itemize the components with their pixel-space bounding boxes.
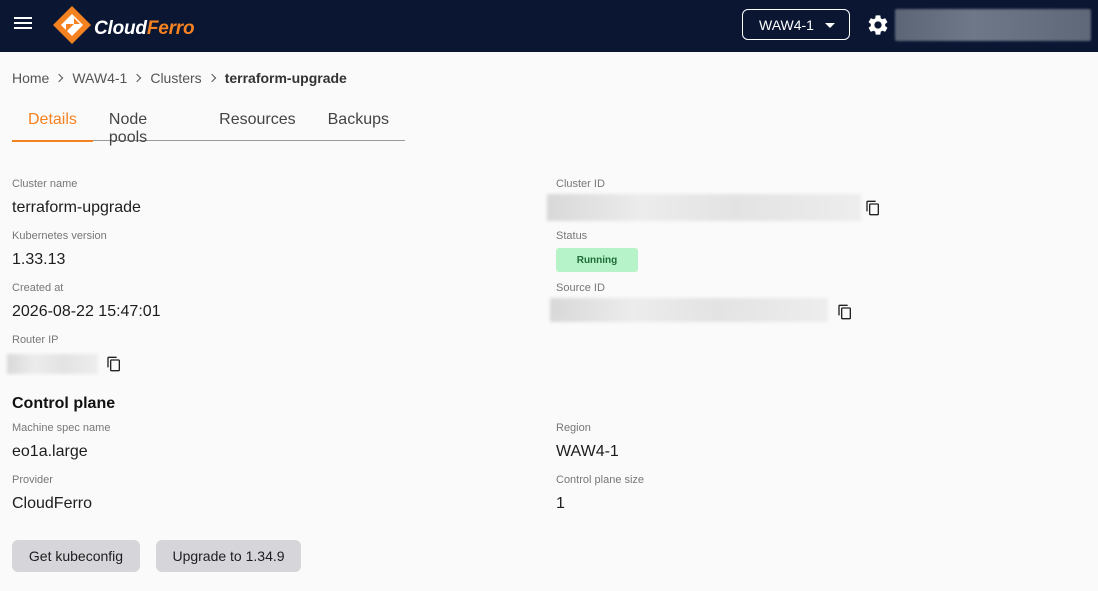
menu-icon[interactable]	[14, 16, 34, 32]
region-select[interactable]: WAW4-1	[742, 9, 850, 40]
upgrade-button[interactable]: Upgrade to 1.34.9	[156, 540, 301, 572]
breadcrumb-current: terraform-upgrade	[224, 70, 347, 86]
copy-icon[interactable]	[837, 304, 853, 320]
cluster-name-label: Cluster name	[12, 178, 78, 190]
breadcrumb-clusters[interactable]: Clusters	[150, 70, 201, 86]
gear-icon[interactable]	[866, 13, 890, 37]
status-label: Status	[556, 230, 588, 242]
brand-logo[interactable]: CloudFerro	[52, 4, 195, 46]
source-id-label: Source ID	[556, 282, 605, 294]
cluster-name-value: terraform-upgrade	[12, 199, 141, 216]
brand-name-right: Ferro	[146, 18, 195, 39]
top-bar: CloudFerro WAW4-1	[0, 0, 1098, 52]
region-label: Region	[556, 422, 591, 434]
tab-bar: Details Node pools Resources Backups	[12, 100, 405, 146]
kubernetes-version-label: Kubernetes version	[12, 230, 107, 242]
user-menu-redacted[interactable]	[895, 9, 1091, 41]
region-value: WAW4-1	[556, 443, 619, 460]
chevron-right-icon	[133, 73, 142, 83]
breadcrumb: Home WAW4-1 Clusters terraform-upgrade	[12, 69, 347, 87]
source-id-value-redacted	[550, 298, 828, 322]
machine-spec-value: eo1a.large	[12, 443, 88, 460]
tab-resources[interactable]: Resources	[203, 100, 311, 141]
status-badge: Running	[556, 248, 638, 272]
control-plane-size-label: Control plane size	[556, 474, 645, 486]
router-ip-label: Router IP	[12, 334, 59, 346]
copy-icon[interactable]	[106, 356, 122, 372]
copy-icon[interactable]	[865, 200, 881, 216]
created-at-label: Created at	[12, 282, 64, 294]
control-plane-title: Control plane	[12, 395, 116, 412]
caret-down-icon	[825, 23, 835, 28]
cloudferro-logo-icon	[53, 6, 91, 44]
cluster-id-label: Cluster ID	[556, 178, 605, 190]
provider-label: Provider	[12, 474, 53, 486]
provider-value: CloudFerro	[12, 495, 93, 512]
machine-spec-label: Machine spec name	[12, 422, 111, 434]
breadcrumb-home[interactable]: Home	[12, 70, 49, 86]
tab-node-pools[interactable]: Node pools	[93, 100, 203, 146]
brand-name-left: Cloud	[94, 18, 147, 39]
tab-details[interactable]: Details	[12, 100, 93, 142]
region-select-value: WAW4-1	[759, 16, 814, 33]
chevron-right-icon	[55, 73, 64, 83]
tab-backups[interactable]: Backups	[312, 100, 405, 141]
brand-name: CloudFerro	[94, 18, 195, 40]
router-ip-value-redacted	[7, 354, 98, 374]
breadcrumb-region[interactable]: WAW4-1	[72, 70, 127, 86]
chevron-right-icon	[207, 73, 216, 83]
cluster-id-value-redacted	[547, 194, 861, 221]
get-kubeconfig-button[interactable]: Get kubeconfig	[12, 540, 140, 572]
control-plane-size-value: 1	[556, 495, 565, 512]
kubernetes-version-value: 1.33.13	[12, 251, 66, 268]
created-at-value: 2026-08-22 15:47:01	[12, 303, 161, 320]
